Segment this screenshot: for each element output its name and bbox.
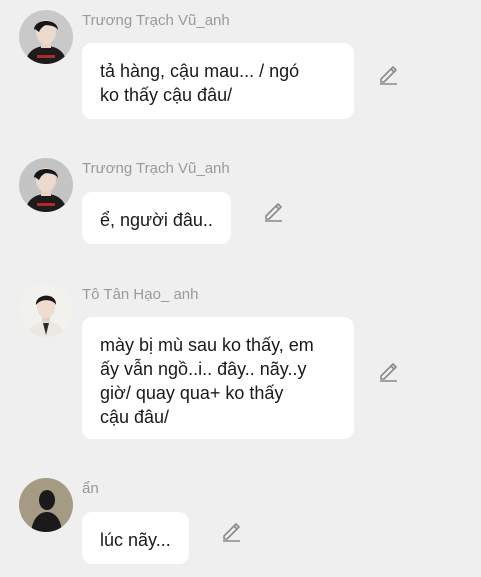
boy-portrait-icon: [19, 10, 73, 64]
avatar[interactable]: [19, 478, 73, 532]
pencil-icon[interactable]: [377, 63, 399, 85]
avatar[interactable]: [19, 10, 73, 64]
message-bubble[interactable]: tả hàng, cậu mau... / ngó ko thấy cậu đâ…: [82, 43, 354, 119]
message-bubble[interactable]: mày bị mù sau ko thấy, em ấy vẫn ngồ..i.…: [82, 317, 354, 439]
sender-name: Trương Trạch Vũ_anh: [82, 12, 230, 29]
pencil-icon[interactable]: [220, 520, 242, 542]
chat-thread: Trương Trạch Vũ_anh tả hàng, cậu mau... …: [0, 0, 481, 577]
message-bubble[interactable]: lúc nãy...: [82, 512, 189, 564]
sender-name: ẩn: [82, 480, 99, 497]
silhouette-icon: [19, 478, 73, 532]
message-bubble[interactable]: ể, người đâu..: [82, 192, 231, 244]
sender-name: Tô Tân Hạo_ anh: [82, 286, 199, 303]
avatar[interactable]: [19, 283, 73, 337]
boy-portrait-icon: [19, 158, 73, 212]
pencil-icon[interactable]: [262, 200, 284, 222]
sender-name: Trương Trạch Vũ_anh: [82, 160, 230, 177]
avatar[interactable]: [19, 158, 73, 212]
boy-portrait-icon: [19, 283, 73, 337]
pencil-icon[interactable]: [377, 360, 399, 382]
